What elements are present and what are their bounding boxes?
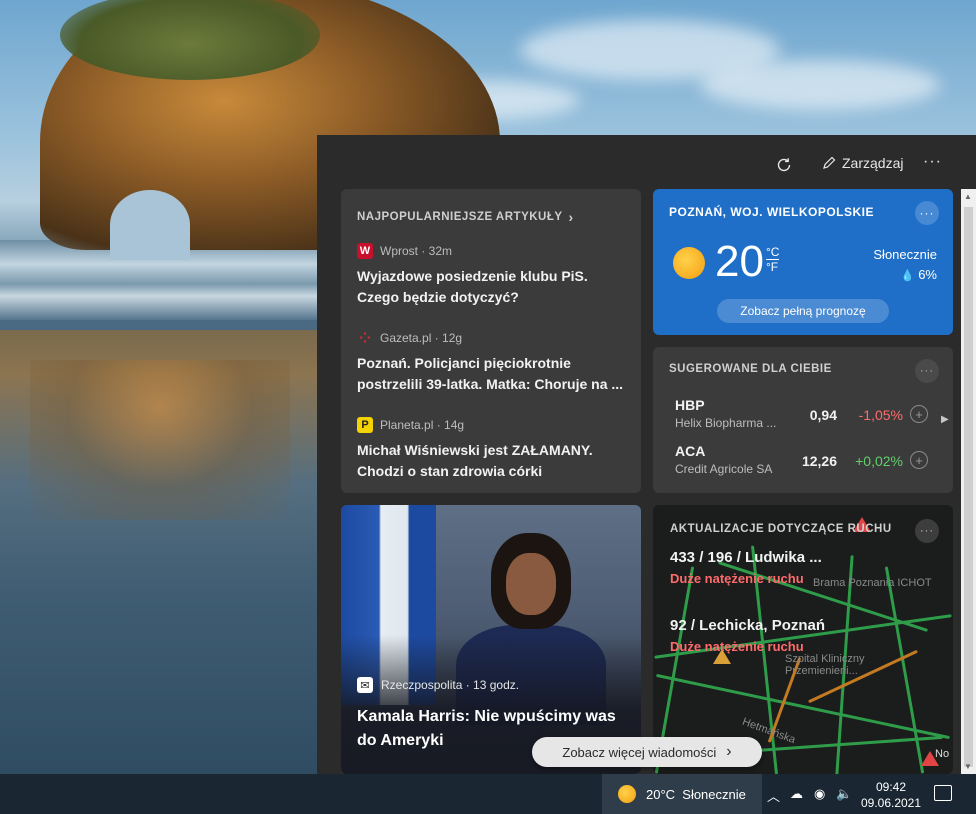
- raindrop-icon: 💧: [900, 270, 915, 282]
- chevron-right-icon: ›: [726, 743, 732, 760]
- story-source: Planeta.pl · 14g: [380, 418, 465, 432]
- traffic-card[interactable]: Brama Poznania ICHOT Szpital Kliniczny P…: [653, 505, 953, 774]
- story-title-line1: Wyjazdowe posiedzenie klubu PiS.: [357, 268, 588, 284]
- stock-row[interactable]: ACA Credit Agricole SA 12,26 +0,02% +: [675, 443, 935, 483]
- stock-price: 0,94: [809, 407, 837, 423]
- story-title-line2: Czego będzie dotyczyć?: [357, 289, 519, 305]
- weather-more-button[interactable]: ···: [915, 201, 939, 225]
- panel-header: Zarządzaj ···: [317, 135, 976, 191]
- precipitation-value: 6%: [918, 267, 937, 282]
- weather-precipitation: 💧 6%: [901, 267, 937, 282]
- scroll-up-icon[interactable]: ▲: [964, 192, 972, 201]
- map-label-brama: Brama Poznania ICHOT: [813, 577, 932, 589]
- top-stories-card: NAJPOPULARNIEJSZE ARTYKUŁY › W Wprost · …: [341, 189, 641, 493]
- panel-scrollbar[interactable]: ▲ ▼: [961, 189, 976, 774]
- add-stock-icon[interactable]: +: [910, 451, 928, 469]
- story-item[interactable]: P Planeta.pl · 14g Michał Wiśniewski jes…: [357, 417, 625, 482]
- scroll-down-icon[interactable]: ▼: [964, 762, 972, 771]
- pencil-icon: [823, 156, 836, 169]
- weather-card[interactable]: POZNAŃ, WOJ. WIELKOPOLSKIE ··· 20 °C °F …: [653, 189, 953, 335]
- sun-icon: [673, 247, 705, 279]
- weather-temperature: 20: [715, 237, 764, 286]
- scroll-thumb[interactable]: [964, 207, 973, 767]
- manage-button[interactable]: Zarządzaj: [822, 155, 903, 171]
- map-label-szpital-2: Przemienieni...: [785, 665, 858, 677]
- stocks-title: SUGEROWANE DLA CIEBIE: [669, 363, 832, 375]
- traffic-status: Duże natężenie ruchu: [670, 571, 804, 586]
- traffic-status: Duże natężenie ruchu: [670, 639, 804, 654]
- network-icon[interactable]: ◉: [814, 786, 825, 802]
- stock-change: +0,02%: [855, 453, 903, 469]
- stock-name: Credit Agricole SA: [675, 462, 773, 476]
- taskbar-clock[interactable]: 09:42 09.06.2021: [860, 779, 922, 811]
- caret-right-icon[interactable]: ▶: [941, 414, 949, 425]
- clock-time: 09:42: [875, 780, 907, 794]
- top-stories-title-text: NAJPOPULARNIEJSZE ARTYKUŁY: [357, 211, 563, 223]
- story-title-line1: Poznań. Policjanci pięciokrotnie: [357, 355, 571, 371]
- gazeta-logo-icon: ⁘: [359, 329, 371, 346]
- stock-change: -1,05%: [858, 407, 903, 423]
- story-item[interactable]: ⁘ Gazeta.pl · 12g Poznań. Policjanci pię…: [357, 330, 625, 395]
- story-source: Gazeta.pl · 12g: [380, 331, 463, 345]
- manage-label: Zarządzaj: [842, 155, 904, 171]
- notification-center-icon[interactable]: [934, 785, 952, 801]
- cloud-icon[interactable]: ☁: [790, 786, 803, 802]
- story-item[interactable]: W Wprost · 32m Wyjazdowe posiedzenie klu…: [357, 243, 625, 308]
- story-title-line2: Chodzi o stan zdrowia córki: [357, 463, 543, 479]
- story-title-line2: postrzelili 39-latka. Matka: Choruje na …: [357, 376, 624, 392]
- photo-story-source-text: Rzeczpospolita · 13 godz.: [381, 678, 520, 692]
- see-more-news-button[interactable]: Zobacz więcej wiadomości ›: [532, 737, 762, 767]
- traffic-road[interactable]: 433 / 196 / Ludwika ...: [670, 549, 822, 566]
- chevron-right-icon: ›: [568, 209, 574, 225]
- refresh-button[interactable]: [772, 153, 796, 177]
- story-title-line1: Michał Wiśniewski jest ZAŁAMANY.: [357, 442, 593, 458]
- rzeczpospolita-logo-icon: ✉: [357, 677, 373, 693]
- weather-condition: Słonecznie: [873, 247, 937, 262]
- refresh-icon: [777, 158, 791, 172]
- panel-more-button[interactable]: ···: [923, 153, 942, 171]
- traffic-more-button[interactable]: ···: [915, 519, 939, 543]
- traffic-road[interactable]: 92 / Lechicka, Poznań: [670, 617, 825, 634]
- fahrenheit-unit[interactable]: °F: [766, 260, 778, 274]
- volume-icon[interactable]: 🔈: [836, 786, 852, 802]
- stock-name: Helix Biopharma ...: [675, 416, 777, 430]
- taskbar: 20°C Słonecznie ︿ ☁ ◉ 🔈 09:42 09.06.2021: [0, 774, 976, 814]
- taskbar-weather-text: 20°C Słonecznie: [646, 786, 746, 802]
- photo-story-card[interactable]: ✉ Rzeczpospolita · 13 godz. Kamala Harri…: [341, 505, 641, 774]
- weather-location: POZNAŃ, WOJ. WIELKOPOLSKIE: [669, 205, 875, 219]
- wprost-logo-icon: W: [357, 243, 373, 259]
- traffic-title: AKTUALIZACJE DOTYCZĄCE RUCHU: [670, 523, 892, 535]
- temperature-unit-toggle[interactable]: °C °F: [766, 245, 780, 274]
- planeta-logo-icon: P: [357, 417, 373, 433]
- clock-date: 09.06.2021: [860, 796, 922, 810]
- photo-story-source: ✉ Rzeczpospolita · 13 godz.: [357, 677, 519, 693]
- sun-icon: [618, 785, 636, 803]
- story-source: Wprost · 32m: [380, 244, 453, 258]
- chevron-up-icon[interactable]: ︿: [767, 786, 780, 805]
- celsius-unit[interactable]: °C: [766, 245, 780, 260]
- suggested-stocks-card: SUGEROWANE DLA CIEBIE ··· HBP Helix Biop…: [653, 347, 953, 493]
- stock-row[interactable]: HBP Helix Biopharma ... 0,94 -1,05% +: [675, 397, 935, 437]
- top-stories-title[interactable]: NAJPOPULARNIEJSZE ARTYKUŁY ›: [357, 209, 625, 225]
- stock-price: 12,26: [801, 453, 837, 469]
- taskbar-weather-button[interactable]: 20°C Słonecznie: [602, 774, 762, 814]
- add-stock-icon[interactable]: +: [910, 405, 928, 423]
- map-label-szpital: Szpital Kliniczny: [785, 653, 865, 665]
- warning-icon: [921, 751, 939, 766]
- see-more-label: Zobacz więcej wiadomości: [562, 744, 717, 760]
- stocks-more-button[interactable]: ···: [915, 359, 939, 383]
- full-forecast-button[interactable]: Zobacz pełną prognozę: [717, 299, 889, 323]
- news-and-interests-panel: Zarządzaj ··· NAJPOPULARNIEJSZE ARTYKUŁY…: [317, 135, 976, 774]
